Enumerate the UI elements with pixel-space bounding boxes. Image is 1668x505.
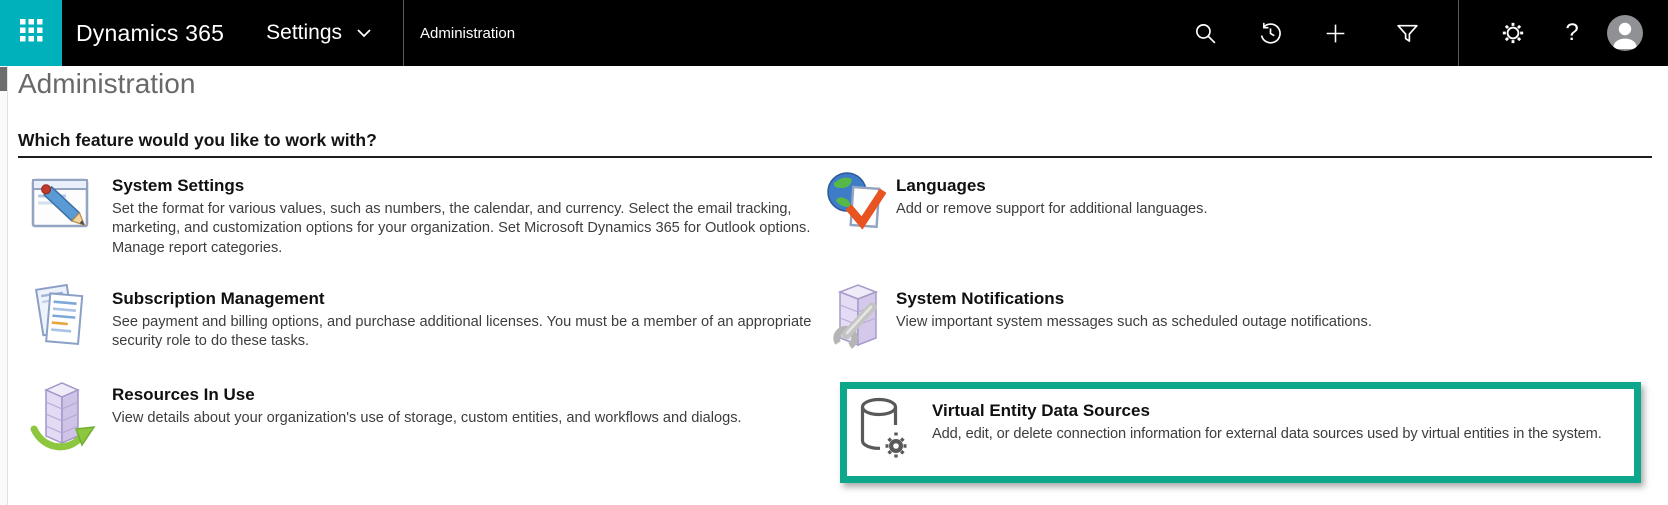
- feature-title[interactable]: System Notifications: [896, 289, 1372, 309]
- feature-languages[interactable]: Languages Add or remove support for addi…: [824, 168, 1654, 251]
- search-icon: [1193, 21, 1218, 46]
- app-title[interactable]: Dynamics 365: [76, 20, 224, 47]
- top-nav: Dynamics 365 Settings Administration ?: [0, 0, 1668, 66]
- feature-title[interactable]: Languages: [896, 176, 1208, 196]
- app-launcher-button[interactable]: [0, 0, 62, 66]
- feature-description: Set the format for various values, such …: [112, 201, 811, 256]
- feature-description: Add, edit, or delete connection informat…: [932, 426, 1602, 442]
- waffle-icon: [19, 19, 43, 47]
- account-avatar[interactable]: [1607, 15, 1643, 51]
- add-button[interactable]: [1313, 0, 1357, 66]
- page-title: Administration: [18, 68, 196, 99]
- funnel-icon: [1395, 21, 1420, 46]
- plus-icon: [1323, 21, 1348, 46]
- chevron-down-icon[interactable]: [357, 28, 371, 38]
- nav-divider: [403, 0, 405, 66]
- subscription-management-icon: [28, 281, 102, 364]
- nav-divider: [1458, 0, 1459, 66]
- feature-system-settings[interactable]: System Settings Set the format for vario…: [28, 168, 810, 258]
- feature-virtual-entity-data-sources[interactable]: Virtual Entity Data Sources Add, edit, o…: [856, 395, 1646, 468]
- help-button[interactable]: ?: [1550, 0, 1594, 66]
- question-mark-icon: ?: [1565, 19, 1579, 46]
- languages-icon: [824, 168, 887, 251]
- feature-title[interactable]: Subscription Management: [112, 289, 812, 309]
- feature-description: See payment and billing options, and pur…: [112, 314, 812, 350]
- area-switcher-settings[interactable]: Settings: [266, 21, 342, 45]
- feature-question-heading: Which feature would you like to work wit…: [18, 130, 377, 150]
- system-settings-icon: [28, 168, 102, 253]
- heading-rule: [18, 156, 1652, 158]
- resources-in-use-icon: [28, 377, 102, 464]
- search-button[interactable]: [1183, 0, 1227, 66]
- feature-system-notifications[interactable]: System Notifications View important syst…: [824, 281, 1654, 366]
- feature-title[interactable]: System Settings: [112, 176, 812, 196]
- feature-resources-in-use[interactable]: Resources In Use View details about your…: [28, 377, 808, 464]
- filter-button[interactable]: [1385, 0, 1429, 66]
- feature-title[interactable]: Virtual Entity Data Sources: [932, 401, 1602, 421]
- feature-title[interactable]: Resources In Use: [112, 385, 812, 405]
- database-gear-icon: [856, 395, 912, 468]
- recent-button[interactable]: [1248, 0, 1292, 66]
- feature-description: View important system messages such as s…: [896, 314, 1372, 330]
- feature-subscription-management[interactable]: Subscription Management See payment and …: [28, 281, 811, 364]
- settings-gear-button[interactable]: [1491, 0, 1535, 66]
- breadcrumb[interactable]: Administration: [420, 25, 515, 42]
- feature-description: Add or remove support for additional lan…: [896, 201, 1208, 217]
- clock-history-icon: [1258, 21, 1283, 46]
- feature-description: View details about your organization's u…: [112, 410, 742, 426]
- scrollbar-thumb[interactable]: [0, 67, 7, 91]
- system-notifications-icon: [824, 281, 886, 366]
- vertical-scrollbar[interactable]: [0, 66, 8, 505]
- gear-icon: [1500, 20, 1526, 46]
